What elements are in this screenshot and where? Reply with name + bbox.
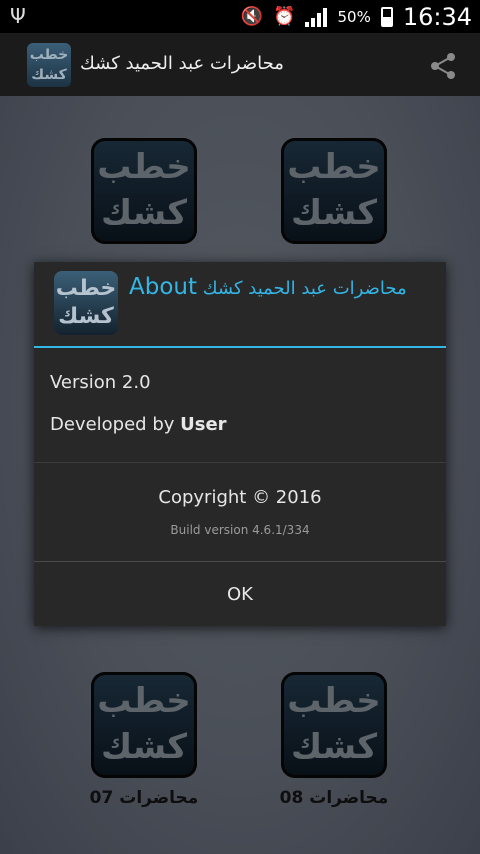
build-version-text: Build version 4.6.1/334 xyxy=(170,523,310,537)
share-icon[interactable] xyxy=(428,51,458,81)
developed-by-label: Developed by xyxy=(50,414,175,435)
divider xyxy=(34,462,446,463)
developer-name: User xyxy=(180,414,227,435)
app-icon[interactable]: خطب كشك xyxy=(27,43,71,87)
usb-icon: Ψ xyxy=(10,4,26,28)
dialog-app-icon: خطب كشك xyxy=(54,271,118,335)
app-icon-text: خطب كشك xyxy=(29,47,69,83)
mute-icon: 🔇 xyxy=(240,6,264,27)
version-text: Version 2.0 xyxy=(50,372,151,393)
dialog-title: About محاضرات عبد الحميد كشك xyxy=(129,274,429,302)
developer-text: Developed by User xyxy=(50,414,227,435)
about-dialog: خطب كشك About محاضرات عبد الحميد كشك Ver… xyxy=(34,262,446,626)
dialog-header: خطب كشك About محاضرات عبد الحميد كشك xyxy=(34,262,446,346)
status-icons: 🔇 ⏰ 50% 16:34 xyxy=(241,0,472,33)
status-bar: Ψ 🔇 ⏰ 50% 16:34 xyxy=(0,0,480,33)
dialog-title-divider xyxy=(34,346,446,348)
action-bar: خطب كشك محاضرات عبد الحميد كشك xyxy=(0,33,480,97)
action-bar-title: محاضرات عبد الحميد كشك xyxy=(80,53,284,74)
clock: 16:34 xyxy=(402,2,472,31)
dialog-title-app: محاضرات عبد الحميد كشك xyxy=(202,278,407,299)
ok-button[interactable]: OK xyxy=(34,562,446,626)
alarm-icon: ⏰ xyxy=(273,6,296,27)
signal-icon xyxy=(305,7,328,27)
battery-icon xyxy=(380,6,393,27)
dialog-title-about: About xyxy=(129,274,198,300)
battery-percent: 50% xyxy=(337,7,371,26)
dialog-icon-text: خطب كشك xyxy=(55,276,117,329)
copyright-text: Copyright © 2016 xyxy=(158,487,322,508)
